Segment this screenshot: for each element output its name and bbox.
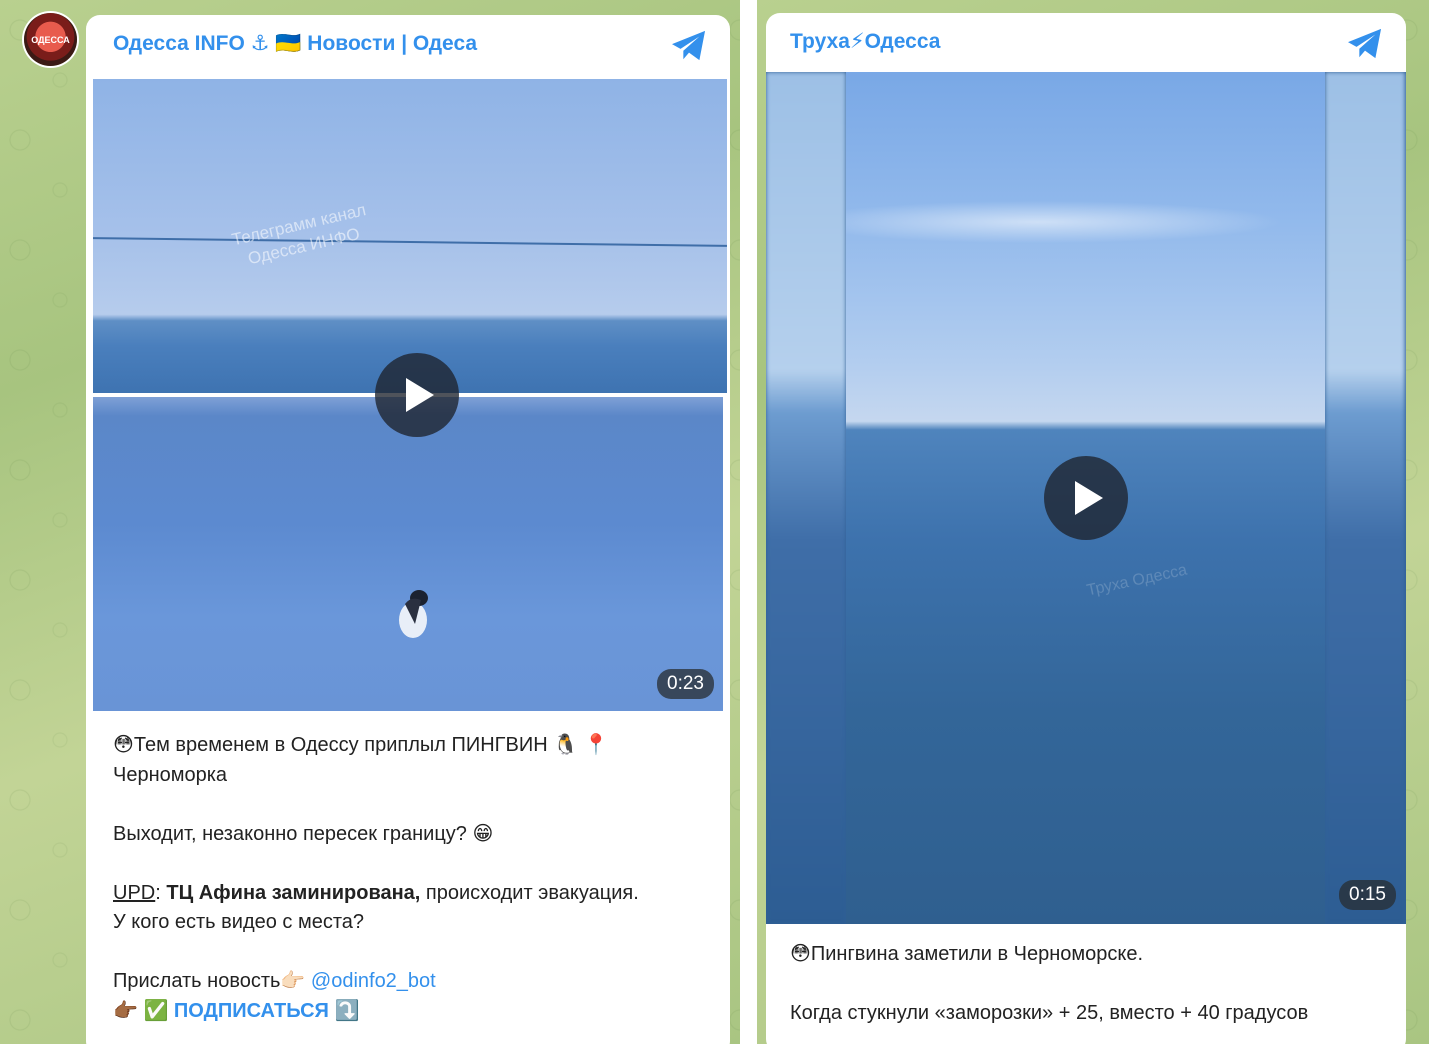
- post-line: 😳Пингвина заметили в Черноморске.: [790, 943, 1144, 965]
- post-line: Когда стукнули «заморозки» + 25, вместо …: [790, 1002, 1309, 1024]
- subscribe-link[interactable]: ПОДПИСАТЬСЯ: [174, 1000, 329, 1022]
- video-duration: 0:23: [657, 669, 714, 699]
- post-card: Труха⚡Одесса Труха Одесса 0:15 😳Пингвина…: [766, 13, 1406, 1044]
- upd-label: UPD: [113, 881, 156, 904]
- horizon: [93, 237, 727, 247]
- video-preview[interactable]: Телеграмм канал Одесса ИНФО 0:23: [93, 79, 727, 711]
- post-line: Черноморка: [113, 763, 228, 786]
- play-icon: [1075, 481, 1103, 515]
- channel-title[interactable]: Одесса INFO ⚓ 🇺🇦 Новости | Одеса: [113, 31, 477, 56]
- post-line: Выходит, незаконно пересек границу? 😁: [113, 822, 494, 845]
- video-frame-bottom: [93, 397, 723, 711]
- cloud: [846, 197, 1325, 247]
- blurred-backdrop-right: [1325, 72, 1405, 924]
- telegram-plane-icon[interactable]: [670, 29, 708, 63]
- video-duration: 0:15: [1339, 880, 1396, 910]
- post-header: Одесса INFO ⚓ 🇺🇦 Новости | Одеса: [86, 15, 730, 79]
- video-frame-top: Телеграмм канал Одесса ИНФО: [93, 79, 727, 393]
- post-line: 👉🏾 ✅ ПОДПИСАТЬСЯ ⤵️: [113, 999, 360, 1022]
- post-line: У кого есть видео с места?: [113, 911, 365, 933]
- play-icon: [406, 378, 434, 412]
- telegram-plane-icon[interactable]: [1346, 27, 1384, 61]
- post-text: 😳Пингвина заметили в Черноморске. Когда …: [790, 940, 1400, 1029]
- post-header: Труха⚡Одесса: [766, 13, 1406, 77]
- post-text: 😳Тем временем в Одессу приплыл ПИНГВИН 🐧…: [113, 731, 713, 1026]
- video-watermark: Труха Одесса: [1085, 561, 1189, 600]
- channel-title[interactable]: Труха⚡Одесса: [790, 29, 940, 54]
- avatar-label: ОДЕССА: [31, 34, 70, 45]
- video-watermark: Телеграмм канал Одесса ИНФО: [230, 200, 368, 269]
- post-card: Одесса INFO ⚓ 🇺🇦 Новости | Одеса Телегра…: [86, 15, 730, 1044]
- post-line: Прислать новость👉🏻 @odinfo2_bot: [113, 970, 436, 992]
- blurred-backdrop-left: [766, 72, 846, 924]
- left-post-panel: ОДЕССА Одесса INFO ⚓ 🇺🇦 Новости | Одеса …: [0, 0, 740, 1044]
- play-button[interactable]: [375, 353, 459, 437]
- post-line: 😳Тем временем в Одессу приплыл ПИНГВИН 🐧…: [113, 734, 609, 756]
- channel-avatar[interactable]: ОДЕССА: [24, 13, 77, 66]
- post-line: UPD: ТЦ Афина заминирована, происходит э…: [113, 881, 639, 904]
- right-post-panel: Труха⚡Одесса Труха Одесса 0:15 😳Пингвина…: [757, 0, 1429, 1044]
- penguin-figure: [399, 590, 428, 638]
- video-preview[interactable]: Труха Одесса 0:15: [766, 72, 1406, 924]
- bot-link[interactable]: @odinfo2_bot: [311, 970, 436, 992]
- play-button[interactable]: [1044, 456, 1128, 540]
- upd-bold: ТЦ Афина заминирована,: [166, 881, 421, 904]
